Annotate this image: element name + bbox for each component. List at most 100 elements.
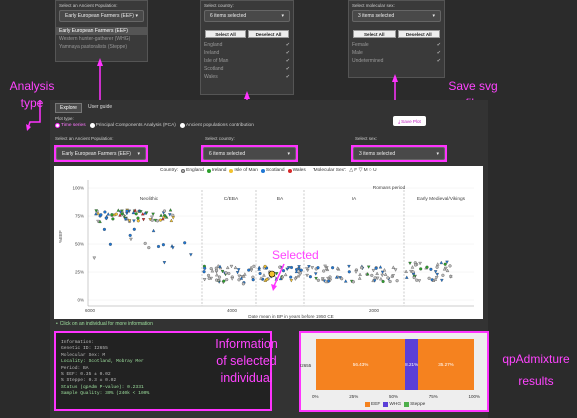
qpadm-segment-eef[interactable]: 56.43%	[316, 339, 406, 390]
data-point	[202, 278, 207, 282]
data-point	[263, 264, 267, 268]
data-point	[305, 273, 309, 278]
data-point	[405, 275, 409, 279]
plot-type-label: Plot type:	[55, 116, 74, 121]
data-point	[158, 218, 163, 222]
data-point	[136, 216, 140, 220]
data-point	[380, 273, 384, 278]
data-point	[224, 271, 228, 275]
data-point	[230, 277, 234, 281]
data-point	[111, 217, 115, 221]
tab-explore[interactable]: Explore	[55, 103, 82, 113]
data-point	[411, 270, 415, 274]
data-point	[419, 267, 423, 271]
data-point	[347, 264, 351, 269]
data-point	[106, 212, 111, 216]
data-point	[225, 278, 229, 282]
qpadm-x-tick: 50%	[388, 394, 398, 399]
data-point	[247, 268, 251, 272]
caret-down-icon: ▾	[436, 150, 439, 157]
y-tick-label: 0%	[77, 298, 84, 303]
data-point	[289, 265, 294, 270]
data-point	[427, 276, 431, 280]
qpadm-legend-whg: WHG	[383, 402, 401, 407]
radio-pca[interactable]: Principal Components Analysis (PCA)	[89, 123, 176, 128]
annotation-selected: Selected	[272, 248, 319, 262]
data-point	[289, 279, 294, 283]
tab-bar: Explore User guide	[55, 103, 116, 113]
period-label: C/EBA	[224, 196, 239, 202]
data-point	[382, 268, 387, 272]
data-point	[298, 271, 302, 275]
data-point	[132, 219, 136, 223]
data-point	[358, 272, 362, 276]
data-point	[116, 208, 121, 212]
caret-down-icon: ▾	[137, 150, 140, 157]
save-plot-button[interactable]: ⤓ Save Plot	[393, 116, 426, 126]
data-point	[151, 228, 156, 233]
y-axis-label: %EEF	[58, 230, 63, 243]
data-point	[155, 219, 160, 223]
qpadm-segment-steppe[interactable]: 35.27%	[418, 339, 474, 390]
data-point	[393, 268, 398, 272]
data-point	[425, 265, 429, 269]
data-point	[418, 261, 422, 266]
data-point	[156, 244, 161, 249]
filter-population-value: Early European Farmers (EEF)	[62, 150, 131, 157]
data-point	[229, 264, 234, 269]
data-point	[371, 269, 376, 273]
qpadm-bar: 56.43% 8.21% 35.27%	[316, 339, 474, 390]
x-axis-label: Date mean in BP in years before 1950 CE	[248, 314, 333, 319]
data-point	[378, 265, 383, 269]
data-point	[331, 266, 335, 270]
data-point	[236, 268, 241, 272]
radio-ancient-contribution[interactable]: Ancient populations contribution	[179, 123, 254, 128]
data-point	[233, 265, 238, 269]
period-label: BA	[277, 196, 284, 202]
x-tick-label: 6000	[85, 308, 96, 313]
data-point	[134, 212, 138, 216]
data-point	[383, 272, 388, 276]
data-point	[249, 268, 254, 273]
data-point	[143, 241, 147, 245]
data-point	[417, 279, 422, 283]
data-point	[99, 213, 103, 217]
data-point	[171, 246, 175, 250]
tab-user-guide[interactable]: User guide	[84, 103, 116, 113]
radio-selected-icon	[55, 123, 60, 128]
data-point	[132, 227, 136, 231]
qpadm-x-tick: 75%	[428, 394, 438, 399]
data-point	[375, 271, 379, 275]
data-point	[429, 267, 433, 271]
data-point	[308, 275, 312, 279]
data-point	[435, 262, 440, 266]
data-point	[379, 277, 383, 281]
radio-time-series[interactable]: Time series	[55, 123, 86, 128]
plot-type-radio-group: Time series Principal Components Analysi…	[55, 123, 254, 128]
data-point	[140, 212, 145, 216]
data-point	[388, 279, 392, 284]
data-point	[439, 260, 444, 265]
data-point	[141, 218, 146, 222]
data-point	[408, 261, 412, 266]
data-point	[322, 269, 326, 273]
filter-sex-value: 3 items selected	[359, 150, 396, 157]
data-point	[370, 273, 374, 277]
data-point	[150, 218, 154, 222]
qpadm-x-tick: 25%	[349, 394, 359, 399]
data-point	[314, 272, 318, 276]
x-tick-label: 2000	[369, 308, 380, 313]
data-point	[448, 264, 452, 268]
data-point	[169, 218, 174, 222]
filter-population-select[interactable]: Early European Farmers (EEF) ▾	[54, 145, 148, 162]
filter-country-select[interactable]: 6 items selected ▾	[201, 145, 298, 162]
data-point	[410, 265, 415, 269]
qpadm-segment-whg[interactable]: 8.21%	[405, 339, 418, 390]
period-label: Romans period	[373, 185, 406, 191]
data-point	[161, 243, 165, 247]
data-point	[412, 276, 416, 280]
data-point	[147, 246, 151, 250]
data-point	[114, 212, 118, 216]
filter-sex-select[interactable]: 3 items selected ▾	[351, 145, 447, 162]
data-point	[316, 278, 320, 282]
